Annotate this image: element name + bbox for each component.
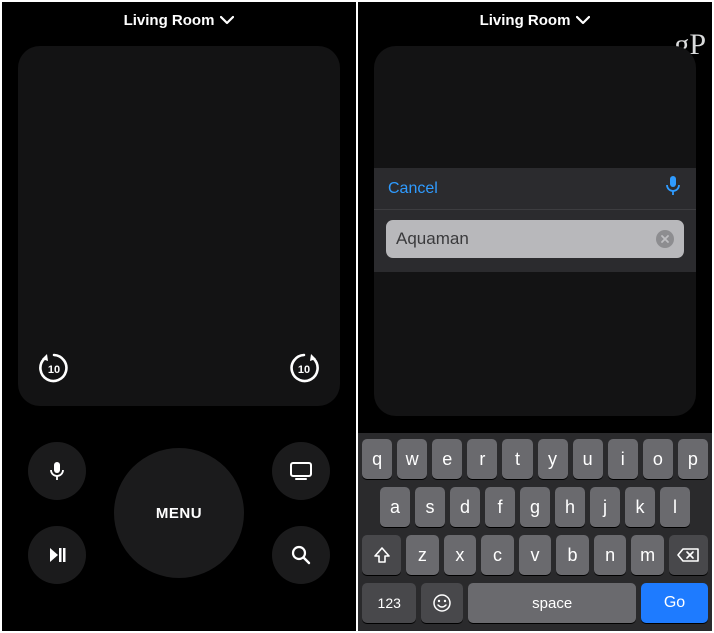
key-x[interactable]: x — [444, 535, 477, 575]
key-g[interactable]: g — [520, 487, 550, 527]
device-name: Living Room — [480, 12, 571, 29]
key-y[interactable]: y — [538, 439, 568, 479]
key-e[interactable]: e — [432, 439, 462, 479]
close-icon — [660, 234, 670, 244]
device-name: Living Room — [124, 12, 215, 29]
key-s[interactable]: s — [415, 487, 445, 527]
key-h[interactable]: h — [555, 487, 585, 527]
key-r[interactable]: r — [467, 439, 497, 479]
svg-text:10: 10 — [48, 364, 60, 376]
tv-icon — [289, 460, 313, 482]
key-space[interactable]: space — [468, 583, 636, 623]
touch-surface[interactable]: Cancel Aquaman — [374, 46, 696, 416]
play-pause-button[interactable] — [28, 526, 86, 584]
key-shift[interactable] — [362, 535, 401, 575]
key-q[interactable]: q — [362, 439, 392, 479]
key-j[interactable]: j — [590, 487, 620, 527]
key-w[interactable]: w — [397, 439, 427, 479]
key-m[interactable]: m — [631, 535, 664, 575]
key-z[interactable]: z — [406, 535, 439, 575]
keyboard-row-3: z x c v b n m — [362, 535, 708, 575]
device-selector[interactable]: Living Room — [2, 2, 356, 38]
key-l[interactable]: l — [660, 487, 690, 527]
backspace-icon — [676, 546, 700, 564]
key-numbers[interactable]: 123 — [362, 583, 416, 623]
voice-button[interactable] — [28, 442, 86, 500]
microphone-icon — [46, 460, 68, 482]
control-cluster: MENU — [2, 432, 356, 612]
touch-surface[interactable]: 10 10 — [18, 46, 340, 406]
key-u[interactable]: u — [573, 439, 603, 479]
key-v[interactable]: v — [519, 535, 552, 575]
key-o[interactable]: o — [643, 439, 673, 479]
skip-back-button[interactable]: 10 — [34, 348, 74, 388]
skip-forward-button[interactable]: 10 — [284, 348, 324, 388]
keyboard: q w e r t y u i o p a s d f g h j k l — [358, 433, 712, 631]
shift-icon — [372, 546, 392, 564]
dictation-button[interactable] — [664, 175, 682, 202]
keyboard-pane: Living Room gP Cancel Aquaman — [358, 2, 712, 631]
keyboard-row-4: 123 space Go — [362, 583, 708, 623]
keyboard-row-1: q w e r t y u i o p — [362, 439, 708, 479]
menu-button[interactable]: MENU — [114, 448, 244, 578]
text-input-panel: Cancel Aquaman — [374, 168, 696, 272]
key-c[interactable]: c — [481, 535, 514, 575]
menu-label: MENU — [156, 505, 202, 522]
key-i[interactable]: i — [608, 439, 638, 479]
tv-button[interactable] — [272, 442, 330, 500]
keyboard-row-2: a s d f g h j k l — [362, 487, 708, 527]
key-emoji[interactable] — [421, 583, 463, 623]
key-b[interactable]: b — [556, 535, 589, 575]
svg-text:10: 10 — [298, 364, 310, 376]
key-d[interactable]: d — [450, 487, 480, 527]
key-a[interactable]: a — [380, 487, 410, 527]
key-backspace[interactable] — [669, 535, 708, 575]
key-k[interactable]: k — [625, 487, 655, 527]
chevron-down-icon — [220, 15, 234, 25]
search-input[interactable]: Aquaman — [386, 220, 684, 258]
search-icon — [290, 544, 312, 566]
chevron-down-icon — [576, 15, 590, 25]
key-t[interactable]: t — [502, 439, 532, 479]
remote-pane: Living Room 10 10 — [2, 2, 356, 631]
cancel-button[interactable]: Cancel — [388, 180, 438, 198]
key-go[interactable]: Go — [641, 583, 708, 623]
key-p[interactable]: p — [678, 439, 708, 479]
play-pause-icon — [46, 544, 68, 566]
microphone-icon — [664, 175, 682, 197]
search-value: Aquaman — [396, 229, 469, 249]
key-n[interactable]: n — [594, 535, 627, 575]
device-selector[interactable]: Living Room — [358, 2, 712, 38]
emoji-icon — [432, 593, 452, 613]
search-button[interactable] — [272, 526, 330, 584]
clear-button[interactable] — [656, 230, 674, 248]
key-f[interactable]: f — [485, 487, 515, 527]
